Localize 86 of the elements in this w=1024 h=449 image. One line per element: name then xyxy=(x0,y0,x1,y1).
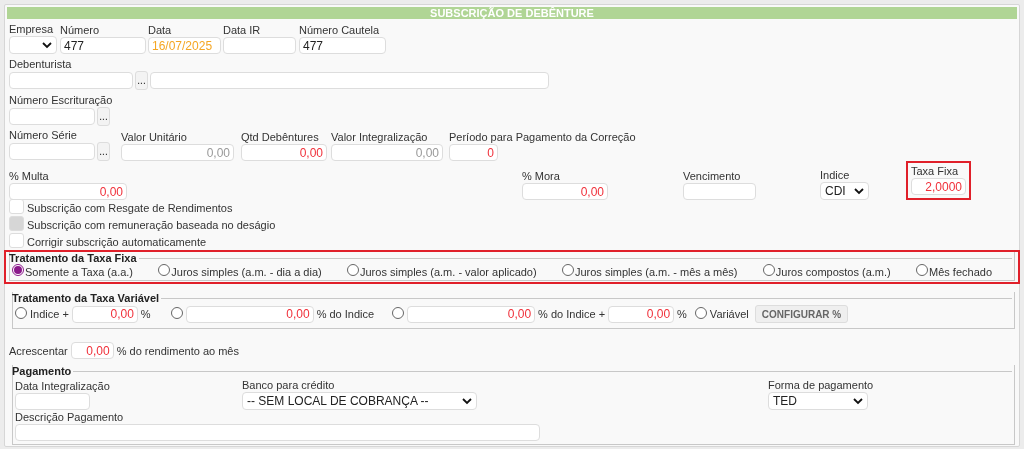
radio-button[interactable] xyxy=(762,264,775,276)
lookup-button[interactable]: ... xyxy=(97,142,110,161)
select-field[interactable]: CDI xyxy=(820,182,869,200)
field-label: Indice xyxy=(820,169,851,182)
option-label: Indice + xyxy=(30,308,69,320)
page-title: SUBSCRIÇÃO DE DEBÊNTURE xyxy=(7,7,1017,19)
radio-label: Juros simples (a.m. - dia a dia) xyxy=(171,266,322,278)
lookup-button[interactable]: ... xyxy=(135,71,148,90)
field-label: Valor Integralização xyxy=(331,131,429,144)
checkbox-label: Corrigir subscrição automaticamente xyxy=(27,236,207,248)
field-label: Número Cautela xyxy=(299,24,381,37)
checkbox-label: Subscrição com Resgate de Rendimentos xyxy=(27,202,233,214)
input-field[interactable] xyxy=(9,72,133,89)
radio-button[interactable] xyxy=(158,264,171,276)
radio-button[interactable] xyxy=(392,307,405,319)
number-field[interactable]: 0 xyxy=(449,144,498,161)
field-label: Descrição Pagamento xyxy=(15,411,125,424)
select-field[interactable]: -- SEM LOCAL DE COBRANÇA -- xyxy=(242,392,477,410)
chevron-down-icon xyxy=(42,41,52,49)
radio-label: Juros simples (a.m. - mês a mês) xyxy=(574,266,738,278)
chevron-down-icon xyxy=(462,397,472,405)
number-field[interactable]: 0,00 xyxy=(185,305,314,323)
number-field[interactable]: 0,00 xyxy=(522,183,608,200)
radio-label: Juros compostos (a.m.) xyxy=(775,266,891,278)
chevron-down-icon xyxy=(854,187,864,195)
radio-label: Mês fechado xyxy=(929,266,992,278)
input-field[interactable]: 477 xyxy=(60,37,146,54)
field-label: Data Integralização xyxy=(15,380,111,393)
section-legend: Tratamento da Taxa Variável xyxy=(12,292,160,304)
number-field[interactable]: 0,00 xyxy=(9,183,127,200)
input-field[interactable] xyxy=(9,143,95,160)
field-label: Taxa Fixa xyxy=(911,165,959,177)
field-suffix: % do rendimento ao mês xyxy=(116,344,239,357)
radio-button[interactable] xyxy=(561,264,574,276)
radio-label: Somente a Taxa (a.a.) xyxy=(25,266,134,278)
input-field[interactable] xyxy=(15,424,540,441)
field-label: Número xyxy=(60,24,101,37)
option-label: % do Indice xyxy=(316,308,375,320)
field-label: Empresa xyxy=(9,23,55,36)
field-label: Qtd Debêntures xyxy=(241,131,320,144)
radio-button[interactable] xyxy=(12,264,24,276)
select-field[interactable]: TED xyxy=(768,392,868,410)
lookup-button[interactable]: ... xyxy=(97,107,110,126)
option-label: % xyxy=(140,308,151,320)
option-label: Variável xyxy=(709,308,749,320)
input-field[interactable] xyxy=(223,37,296,54)
checkbox[interactable] xyxy=(9,199,24,214)
radio-button[interactable] xyxy=(694,307,707,319)
field-label: % Mora xyxy=(522,170,561,183)
number-field[interactable]: 2,0000 xyxy=(911,178,966,195)
number-field[interactable]: 0,00 xyxy=(70,342,114,359)
field-label: Data xyxy=(148,24,173,37)
configure-button[interactable]: CONFIGURAR % xyxy=(754,305,849,323)
section-legend: Pagamento xyxy=(12,365,72,377)
number-field[interactable]: 0,00 xyxy=(407,305,536,323)
chevron-down-icon xyxy=(853,397,863,405)
field-label: Banco para crédito xyxy=(242,379,336,392)
input-field[interactable] xyxy=(15,393,90,410)
number-field[interactable]: 0,00 xyxy=(608,305,675,323)
field-label: Data IR xyxy=(223,24,262,37)
checkbox-label: Subscrição com remuneração baseada no deságio xyxy=(27,219,276,231)
radio-button[interactable] xyxy=(15,307,27,319)
radio-button[interactable] xyxy=(916,264,928,276)
field-label: Debenturista xyxy=(9,58,73,71)
option-label: % xyxy=(677,308,687,320)
field-label: Forma de pagamento xyxy=(768,379,874,392)
radio-label: Juros simples (a.m. - valor aplicado) xyxy=(360,266,537,278)
checkbox[interactable] xyxy=(9,233,24,248)
field-label: Número Escrituração xyxy=(9,94,113,107)
select-field[interactable] xyxy=(9,36,57,54)
section-legend: Tratamento da Taxa Fixa xyxy=(9,252,137,264)
radio-button[interactable] xyxy=(347,264,359,276)
number-field[interactable]: 0,00 xyxy=(241,144,327,161)
number-field[interactable]: 0,00 xyxy=(71,305,138,323)
field-label: Valor Unitário xyxy=(121,131,188,144)
description-field[interactable] xyxy=(150,72,549,89)
field-label: Número Série xyxy=(9,129,78,142)
field-label: Período para Pagamento da Correção xyxy=(449,131,636,144)
field-label: Acrescentar xyxy=(9,344,68,357)
input-field[interactable]: 477 xyxy=(299,37,386,54)
radio-button[interactable] xyxy=(170,307,183,319)
option-label: % do Indice + xyxy=(538,308,606,320)
input-field[interactable] xyxy=(9,108,95,125)
input-field[interactable] xyxy=(683,183,756,200)
field-label: % Multa xyxy=(9,170,50,183)
field-label: Vencimento xyxy=(683,170,742,183)
